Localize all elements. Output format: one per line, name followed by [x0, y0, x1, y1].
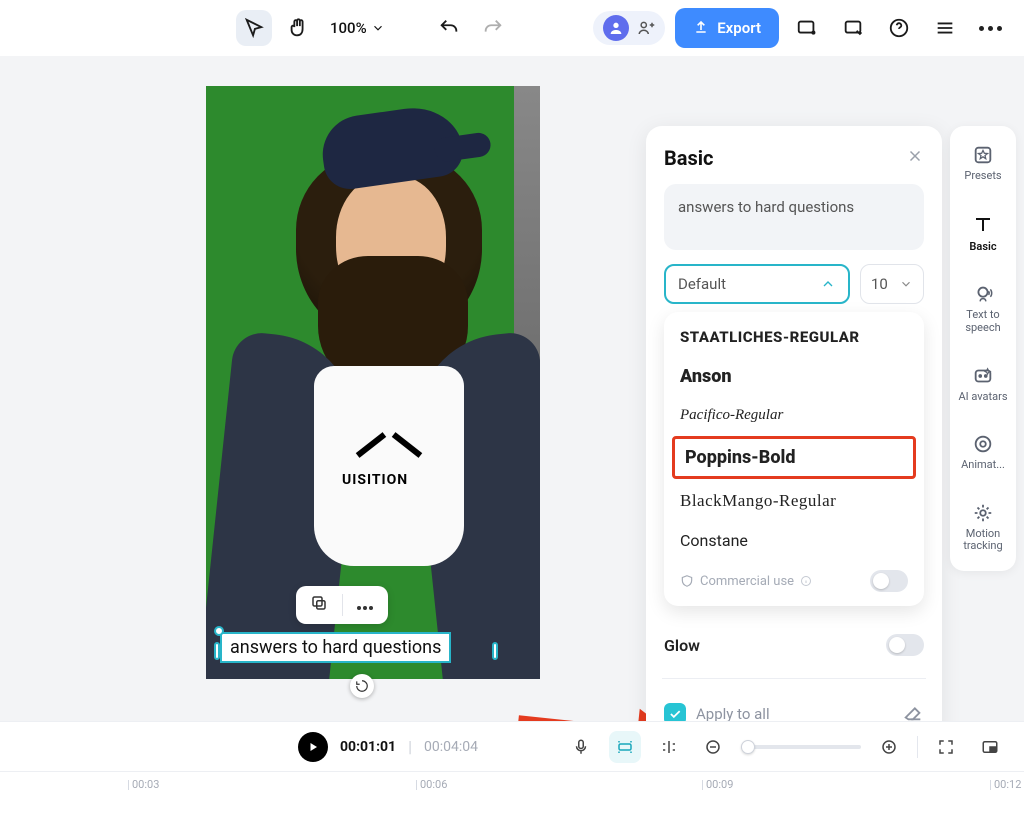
commercial-use-toggle[interactable] — [870, 570, 908, 592]
upload-icon — [693, 20, 709, 36]
rotate-handle[interactable] — [350, 674, 374, 698]
font-option-anson[interactable]: Anson — [664, 356, 924, 397]
font-option-pacifico[interactable]: Pacifico-Regular — [664, 397, 924, 434]
info-icon — [800, 575, 812, 587]
top-toolbar: 100% Export — [0, 0, 1024, 56]
zoom-value: 100% — [330, 19, 367, 37]
zoom-in-button[interactable] — [873, 731, 905, 763]
hand-tool-button[interactable] — [280, 10, 316, 46]
editor-stage: UISITION answers to hard questions Basic… — [0, 56, 1024, 721]
play-button[interactable] — [298, 732, 328, 762]
glow-toggle[interactable] — [886, 634, 924, 656]
ruler-tick: 00:06 — [420, 778, 447, 791]
chevron-down-icon — [371, 21, 385, 35]
chevron-down-icon — [899, 277, 913, 291]
resize-handle-ml[interactable] — [214, 642, 220, 660]
redo-button[interactable] — [475, 10, 511, 46]
timeline-zoom-slider[interactable] — [741, 745, 861, 749]
ruler-tick: 00:09 — [706, 778, 733, 791]
fullscreen-button[interactable] — [930, 731, 962, 763]
text-mini-toolbar — [296, 586, 388, 624]
text-more-button[interactable] — [356, 596, 374, 615]
layers-button[interactable] — [927, 10, 963, 46]
mic-button[interactable] — [565, 731, 597, 763]
panel-close-button[interactable] — [906, 146, 924, 170]
avatar-icon — [603, 15, 629, 41]
safe-area-button[interactable] — [835, 10, 871, 46]
rail-tab-tts[interactable]: Text to speech — [953, 277, 1013, 340]
shirt-brand-text: UISITION — [342, 472, 408, 488]
account-pill[interactable] — [593, 11, 665, 45]
font-option-staatliches[interactable]: Staatliches-Regular — [664, 318, 924, 356]
add-user-icon — [637, 19, 655, 37]
font-option-constane[interactable]: Constane — [664, 521, 924, 560]
export-button[interactable]: Export — [675, 8, 779, 48]
ruler-tick: 00:03 — [132, 778, 159, 791]
text-overlay[interactable]: answers to hard questions — [220, 632, 451, 663]
right-rail: Presets Basic Text to speech AI avatars … — [950, 126, 1016, 571]
commercial-use-label: Commercial use — [700, 574, 794, 589]
rail-tab-ai-avatars[interactable]: AI avatars — [953, 359, 1013, 410]
font-dropdown-list: Staatliches-Regular Anson Pacifico-Regul… — [664, 312, 924, 606]
duplicate-button[interactable] — [310, 594, 328, 616]
resize-handle-mr[interactable] — [492, 642, 498, 660]
basic-panel: Basic answers to hard questions Default … — [646, 126, 942, 745]
undo-button[interactable] — [431, 10, 467, 46]
more-menu-button[interactable] — [973, 26, 1008, 31]
font-option-blackmango[interactable]: BlackMango-Regular — [664, 481, 924, 521]
play-icon — [307, 741, 319, 753]
font-selected-value: Default — [678, 275, 726, 293]
export-label: Export — [717, 19, 761, 37]
resize-handle-tl[interactable] — [214, 626, 224, 636]
check-icon — [668, 707, 682, 721]
close-icon — [906, 147, 924, 165]
text-content-input[interactable]: answers to hard questions — [664, 184, 924, 250]
help-button[interactable] — [881, 10, 917, 46]
rail-tab-basic[interactable]: Basic — [953, 207, 1013, 260]
chevron-up-icon — [820, 276, 836, 292]
cursor-tool-button[interactable] — [236, 10, 272, 46]
total-duration: 00:04:04 — [424, 739, 478, 755]
eraser-icon — [902, 701, 924, 723]
ruler-tick: 00:12 — [994, 778, 1021, 791]
add-to-screen-button[interactable] — [789, 10, 825, 46]
rail-tab-presets[interactable]: Presets — [953, 138, 1013, 189]
shield-icon — [680, 574, 694, 588]
timeline-ruler[interactable]: 00:03 00:06 00:09 00:12 — [0, 771, 1024, 815]
font-size-value: 10 — [871, 275, 888, 293]
rail-tab-animation[interactable]: Animat... — [953, 427, 1013, 478]
playback-bar: 00:01:01 | 00:04:04 — [0, 721, 1024, 771]
zoom-out-button[interactable] — [697, 731, 729, 763]
auto-captions-button[interactable] — [609, 731, 641, 763]
split-button[interactable] — [653, 731, 685, 763]
font-option-poppins-bold[interactable]: Poppins-Bold — [672, 436, 916, 479]
font-family-select[interactable]: Default — [664, 264, 850, 304]
glow-label: Glow — [664, 636, 700, 655]
panel-title: Basic — [664, 146, 713, 170]
zoom-level-dropdown[interactable]: 100% — [324, 19, 391, 37]
rail-tab-motion-tracking[interactable]: Motion tracking — [953, 496, 1013, 559]
pip-button[interactable] — [974, 731, 1006, 763]
font-size-select[interactable]: 10 — [860, 264, 924, 304]
current-time: 00:01:01 — [340, 739, 396, 755]
